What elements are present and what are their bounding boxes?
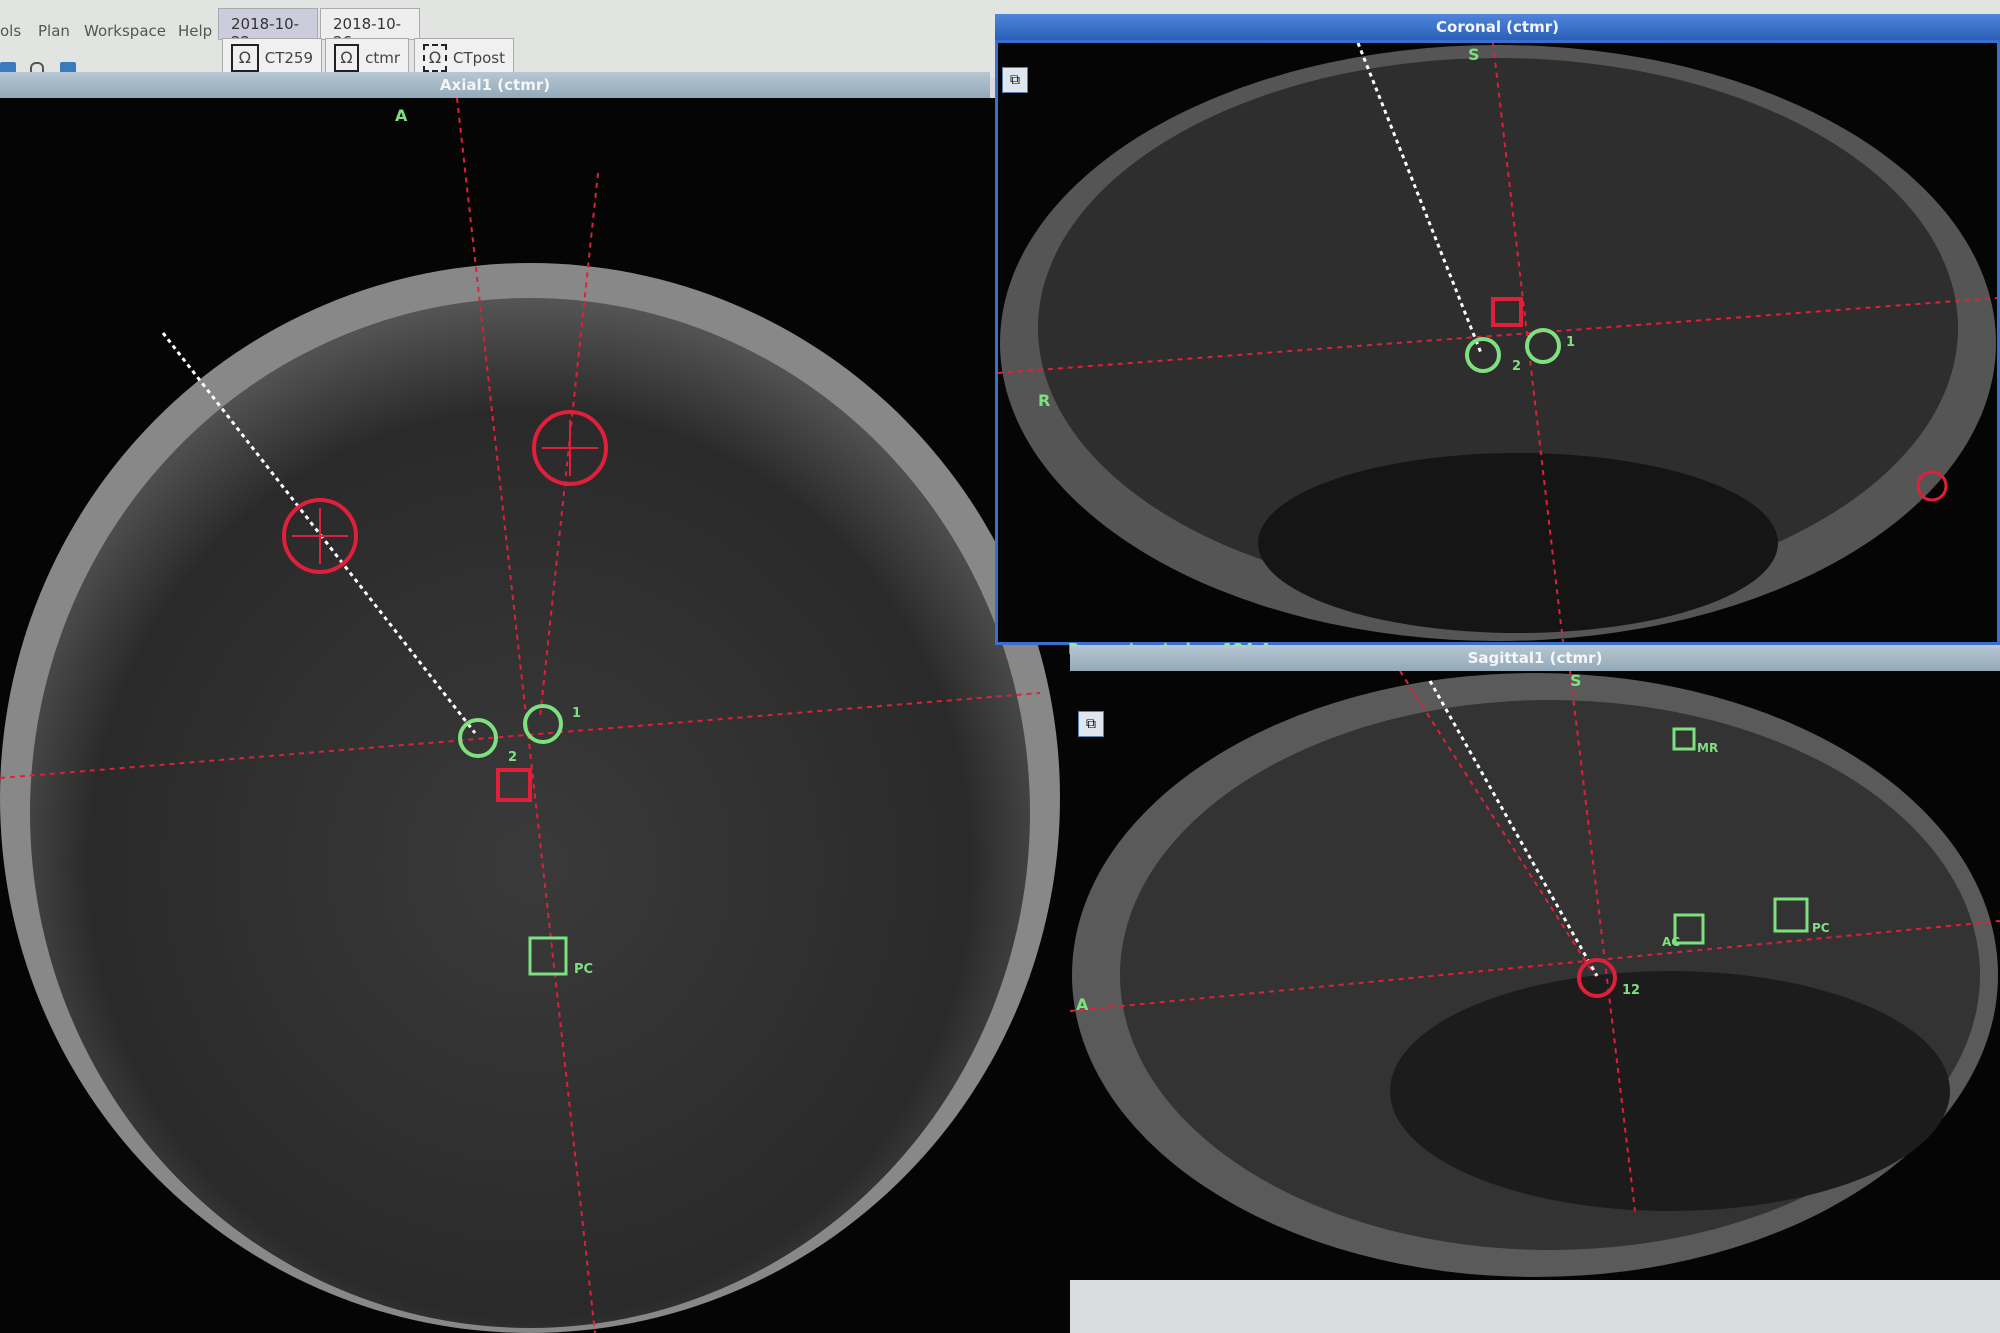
orientation-label: A bbox=[395, 106, 408, 125]
head-scan-icon: Ω bbox=[231, 44, 259, 72]
marker-label: 2 bbox=[1512, 359, 1522, 374]
menu-workspace[interactable]: Workspace bbox=[84, 22, 166, 40]
marker-label: 1 bbox=[572, 706, 582, 721]
marker-label: 12 bbox=[1622, 983, 1641, 998]
coronal-view[interactable]: ⧉ S R 1 2 bbox=[995, 40, 2000, 645]
head-scan-icon: Ω bbox=[423, 44, 447, 72]
menu-tools[interactable]: ols bbox=[0, 22, 21, 40]
orientation-label: A bbox=[1076, 995, 1089, 1014]
brain bbox=[30, 298, 1030, 1328]
tab-date-1[interactable]: 2018-10-22 bbox=[218, 8, 318, 51]
dataset-label: CT259 bbox=[264, 49, 313, 67]
menu-help[interactable]: Help bbox=[178, 22, 212, 40]
axial-image bbox=[0, 98, 1060, 1333]
dataset-label: ctmr bbox=[365, 49, 400, 67]
marker-label: 2 bbox=[508, 750, 518, 765]
target-circle[interactable] bbox=[532, 410, 608, 486]
coronal-image bbox=[998, 43, 1997, 642]
sagittal-image bbox=[1070, 671, 2000, 1277]
marker-label: PC bbox=[1812, 921, 1830, 935]
orientation-label: R bbox=[1038, 391, 1051, 410]
axial-view[interactable]: A 1 2 PC bbox=[0, 98, 1070, 1333]
orientation-label: S bbox=[1468, 45, 1480, 64]
tab-date-2[interactable]: 2018-10-26 bbox=[320, 8, 420, 51]
head-scan-icon: Ω bbox=[334, 44, 360, 72]
target-circle[interactable] bbox=[282, 498, 358, 574]
menu-plan[interactable]: Plan bbox=[38, 22, 70, 40]
axial-title: Axial1 (ctmr) bbox=[0, 72, 990, 98]
marker-label: PC bbox=[574, 962, 594, 977]
lock-icon[interactable]: ⧉ bbox=[1002, 67, 1028, 93]
marker-label: MR bbox=[1697, 741, 1719, 755]
lock-icon[interactable]: ⧉ bbox=[1078, 711, 1104, 737]
sagittal-view[interactable]: ⧉ S A MR AC PC 12 bbox=[1070, 671, 2000, 1280]
sagittal-title: Sagittal1 (ctmr) bbox=[1070, 645, 2000, 671]
coronal-title: Coronal (ctmr) bbox=[995, 14, 2000, 40]
marker-label: 1 bbox=[1566, 335, 1576, 350]
marker-label: AC bbox=[1662, 935, 1681, 949]
dataset-label: CTpost bbox=[452, 49, 505, 67]
orientation-label: S bbox=[1570, 671, 1582, 690]
